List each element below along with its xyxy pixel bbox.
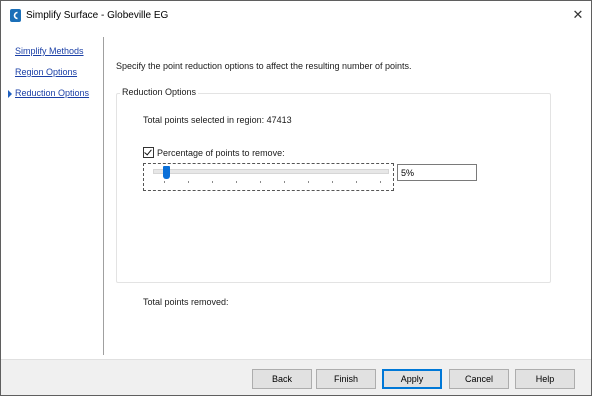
slider-tick xyxy=(164,181,165,183)
total-removed-label: Total points removed: xyxy=(143,297,229,307)
slider-tick xyxy=(188,181,189,183)
nav-region-options[interactable]: Region Options xyxy=(15,67,77,77)
close-button[interactable]: ✕ xyxy=(569,7,587,23)
page-description: Specify the point reduction options to a… xyxy=(116,61,412,71)
checkmark-icon xyxy=(144,147,152,156)
slider-tick xyxy=(380,181,381,183)
cancel-button[interactable]: Cancel xyxy=(449,369,509,389)
slider-tick xyxy=(332,181,333,183)
title-bar: Simplify Surface - Globeville EG ✕ xyxy=(1,1,591,29)
civil-3d-app-icon xyxy=(10,9,21,22)
dialog-window: Simplify Surface - Globeville EG ✕ Simpl… xyxy=(0,0,592,396)
percentage-slider-thumb[interactable] xyxy=(162,166,170,179)
close-icon: ✕ xyxy=(572,7,584,22)
percentage-checkbox[interactable] xyxy=(143,147,154,158)
slider-tick xyxy=(260,181,261,183)
percentage-input[interactable] xyxy=(397,164,477,181)
help-button[interactable]: Help xyxy=(515,369,575,389)
apply-button[interactable]: Apply xyxy=(382,369,442,389)
wizard-nav xyxy=(1,29,101,359)
nav-simplify-methods[interactable]: Simplify Methods xyxy=(15,46,84,56)
slider-tick xyxy=(212,181,213,183)
percentage-checkbox-label: Percentage of points to remove: xyxy=(157,148,285,158)
window-title: Simplify Surface - Globeville EG xyxy=(26,10,169,21)
total-selected-label: Total points selected in region: 47413 xyxy=(143,115,292,125)
percentage-slider-track[interactable] xyxy=(153,169,389,174)
slider-focus-rect xyxy=(143,163,394,191)
nav-reduction-options[interactable]: Reduction Options xyxy=(15,88,89,98)
slider-tick xyxy=(236,181,237,183)
slider-tick xyxy=(284,181,285,183)
nav-divider xyxy=(103,37,104,355)
caret-right-icon xyxy=(8,90,12,98)
group-title: Reduction Options xyxy=(120,87,199,97)
finish-button[interactable]: Finish xyxy=(316,369,376,389)
back-button[interactable]: Back xyxy=(252,369,312,389)
slider-tick xyxy=(308,181,309,183)
slider-tick xyxy=(356,181,357,183)
